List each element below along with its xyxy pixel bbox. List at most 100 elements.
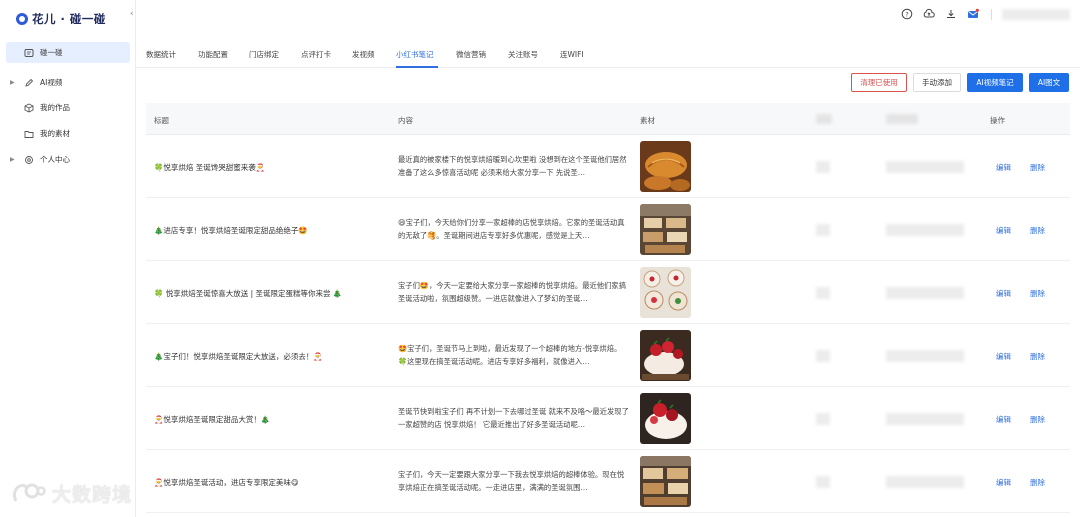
- table-row: 🎄宝子们！悦享烘焙圣诞限定大放送，必须去！🎅 🤩宝子们，圣诞节马上到啦，最近发现…: [146, 324, 1070, 387]
- expand-caret-icon: ▶: [10, 156, 15, 163]
- edit-button[interactable]: 编辑: [996, 351, 1011, 362]
- svg-text:?: ?: [905, 10, 908, 18]
- column-header-actions: 操作: [990, 116, 1005, 125]
- delete-button[interactable]: 删除: [1030, 288, 1045, 299]
- material-thumbnail-image[interactable]: [640, 393, 691, 444]
- redacted-cell: [886, 413, 964, 425]
- table-header: 标题 内容 素材 操作: [146, 103, 1070, 135]
- ai-video-note-button[interactable]: AI视频笔记: [967, 73, 1023, 92]
- tab-data-stats[interactable]: 数据统计: [146, 49, 176, 60]
- help-icon[interactable]: ?: [901, 8, 913, 20]
- edit-button[interactable]: 编辑: [996, 288, 1011, 299]
- column-header-title: 标题: [154, 116, 169, 125]
- sidebar-item-label: 碰一碰: [40, 48, 63, 57]
- sidebar-item-label: 我的素材: [40, 129, 70, 138]
- material-thumbnail-image[interactable]: [640, 141, 691, 192]
- table-row: 🎅悦享烘焙圣诞活动，进店专享限定美味😋 宝子们，今天一定要跟大家分享一下我去悦享…: [146, 450, 1070, 513]
- tab-xiaohongshu-notes[interactable]: 小红书笔记: [396, 49, 434, 60]
- redacted-cell: [816, 413, 830, 425]
- column-header-material: 素材: [640, 116, 655, 125]
- row-title: 🎅悦享烘焙圣诞限定甜品大赏！🎄: [154, 415, 271, 424]
- material-thumbnail-image[interactable]: [640, 330, 691, 381]
- redacted-cell: [886, 350, 964, 362]
- redacted-cell: [816, 287, 830, 299]
- folder-icon: [24, 130, 34, 138]
- row-title: 🎄进店专享！悦享烘焙圣诞限定甜品绝绝子🤩: [154, 226, 308, 235]
- ai-image-text-button[interactable]: AI图文: [1029, 73, 1069, 92]
- row-content: 🤩宝子们，圣诞节马上到啦，最近发现了一个超棒的地方-悦享烘焙。🍀这里现在搞圣诞活…: [398, 344, 622, 366]
- redacted-cell: [886, 224, 964, 236]
- column-header-redacted: [886, 114, 918, 124]
- material-thumbnail-image[interactable]: [640, 267, 691, 318]
- user-account[interactable]: [1002, 9, 1070, 20]
- manual-add-button[interactable]: 手动添加: [913, 73, 961, 92]
- clear-used-button[interactable]: 清理已使用: [851, 73, 907, 92]
- app-logo[interactable]: 花儿 · 碰一碰: [16, 10, 106, 28]
- cloud-upload-icon[interactable]: [923, 8, 935, 20]
- edit-icon: [25, 78, 34, 87]
- sidebar-item-label: 个人中心: [40, 155, 70, 164]
- sidebar-item-ai-video[interactable]: ▶ AI视频: [6, 72, 130, 93]
- app-title: 花儿 · 碰一碰: [32, 12, 106, 26]
- tab-post-video[interactable]: 发视频: [352, 49, 375, 60]
- row-content: 😄宝子们，今天给你们分享一家超棒的店悦享烘焙。它家的圣诞活动真的无敌了🥞。圣诞期…: [398, 218, 625, 240]
- redacted-cell: [886, 287, 964, 299]
- row-title: 🎄宝子们！悦享烘焙圣诞限定大放送，必须去！🎅: [154, 352, 323, 361]
- tab-connect-wifi[interactable]: 连WIFI: [560, 49, 584, 60]
- header-divider: [991, 9, 992, 20]
- watermark-logo-icon: [12, 483, 46, 502]
- delete-button[interactable]: 删除: [1030, 162, 1045, 173]
- download-icon[interactable]: [945, 8, 957, 20]
- collapse-sidebar-icon[interactable]: ‹: [130, 9, 134, 19]
- edit-button[interactable]: 编辑: [996, 414, 1011, 425]
- tab-bar: 数据统计 功能配置 门店绑定 点评打卡 发视频 小红书笔记 微信营销 关注账号 …: [136, 38, 1080, 68]
- delete-button[interactable]: 删除: [1030, 477, 1045, 488]
- delete-button[interactable]: 删除: [1030, 351, 1045, 362]
- row-content: 宝子们🤩，今天一定要给大家分享一家超棒的悦享烘焙。最近他们家搞圣诞活动啦，氛围超…: [398, 281, 626, 303]
- tab-store-binding[interactable]: 门店绑定: [249, 49, 279, 60]
- edit-button[interactable]: 编辑: [996, 477, 1011, 488]
- sidebar-item-profile[interactable]: ▶ 个人中心: [6, 149, 130, 170]
- edit-button[interactable]: 编辑: [996, 162, 1011, 173]
- sidebar-item-my-works[interactable]: 我的作品: [6, 97, 130, 118]
- redacted-cell: [816, 350, 830, 362]
- row-content: 最近真的被家楼下的悦享烘焙暖到心坎里啦 没想到在这个圣诞他们居然准备了这么多惊喜…: [398, 155, 627, 177]
- sidebar-item-my-materials[interactable]: 我的素材: [6, 123, 130, 144]
- material-thumbnail-image[interactable]: [640, 456, 691, 507]
- tab-function-config[interactable]: 功能配置: [198, 49, 228, 60]
- tab-review-checkin[interactable]: 点评打卡: [301, 49, 331, 60]
- table-row: 🎅悦享烘焙圣诞限定甜品大赏！🎄 圣诞节快到啦宝子们 再不计划一下去哪过圣诞 就来…: [146, 387, 1070, 450]
- tap-icon: [24, 48, 34, 57]
- redacted-cell: [886, 476, 964, 488]
- column-header-content: 内容: [398, 116, 413, 125]
- material-thumbnail-image[interactable]: [640, 204, 691, 255]
- redacted-cell: [816, 224, 830, 236]
- row-title: 🎅悦享烘焙圣诞活动，进店专享限定美味😋: [154, 478, 299, 487]
- row-content: 圣诞节快到啦宝子们 再不计划一下去哪过圣诞 就来不及咯～最近发现了一家超赞的店 …: [398, 407, 629, 429]
- delete-button[interactable]: 删除: [1030, 225, 1045, 236]
- top-header: ?: [136, 0, 1080, 30]
- sidebar-item-label: AI视频: [40, 78, 63, 87]
- active-tab-indicator: [396, 66, 438, 68]
- tab-follow-account[interactable]: 关注账号: [508, 49, 538, 60]
- delete-button[interactable]: 删除: [1030, 414, 1045, 425]
- sidebar-item-tap[interactable]: 碰一碰: [6, 42, 130, 63]
- table-row: 🎄进店专享！悦享烘焙圣诞限定甜品绝绝子🤩 😄宝子们，今天给你们分享一家超棒的店悦…: [146, 198, 1070, 261]
- table-row: 🍀悦享烘焙 圣诞馋哭甜蜜来袭🎅 最近真的被家楼下的悦享烘焙暖到心坎里啦 没想到在…: [146, 135, 1070, 198]
- expand-caret-icon: ▶: [10, 79, 15, 86]
- mail-icon[interactable]: [967, 8, 979, 20]
- tab-wechat-marketing[interactable]: 微信营销: [456, 49, 486, 60]
- redacted-cell: [886, 161, 964, 173]
- watermark: 大数跨境: [10, 480, 132, 507]
- row-content: 宝子们，今天一定要跟大家分享一下我去悦享烘焙的超棒体验。现在悦享烘焙正在搞圣诞活…: [398, 470, 625, 492]
- logo-icon: [16, 13, 28, 25]
- edit-button[interactable]: 编辑: [996, 225, 1011, 236]
- sidebar-item-label: 我的作品: [40, 103, 70, 112]
- redacted-cell: [816, 161, 830, 173]
- table-row: 🍀 悦享烘焙圣诞惊喜大放送 | 圣诞限定蛋糕等你来尝 🎄 宝子们🤩，今天一定要给…: [146, 261, 1070, 324]
- notification-dot-icon: [975, 8, 979, 12]
- sidebar: 花儿 · 碰一碰 ‹ 碰一碰 ▶ AI视频 我的作品 我的素材 ▶ 个人中心: [0, 0, 136, 517]
- column-header-redacted: [816, 114, 832, 124]
- redacted-cell: [816, 476, 830, 488]
- gear-icon: [25, 155, 33, 164]
